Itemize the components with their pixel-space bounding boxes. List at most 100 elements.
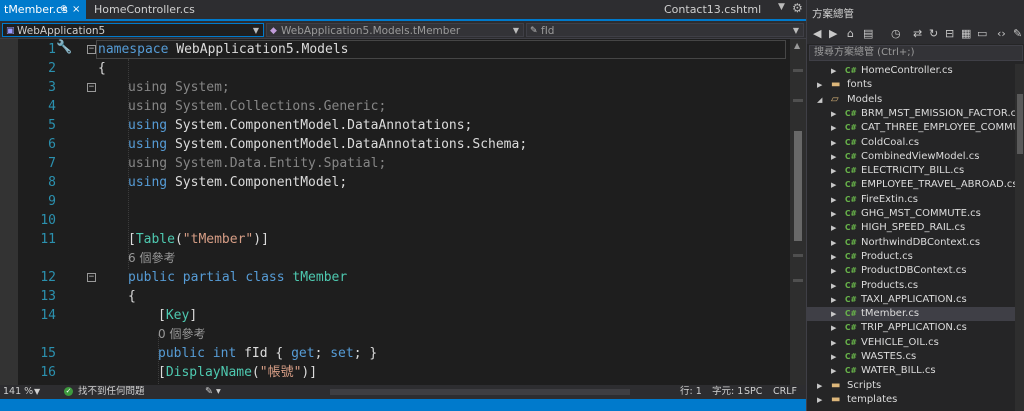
tab-tmember[interactable]: tMember.cs ⊕ × <box>0 0 86 19</box>
expand-arrow-icon[interactable]: ▶ <box>831 150 836 164</box>
forward-icon[interactable]: ▶ <box>829 27 837 40</box>
code-token: { <box>128 289 136 304</box>
tree-file[interactable]: ▶ C# Products.cs <box>807 279 1024 293</box>
csharp-file-icon: C# <box>845 137 857 147</box>
scrollbar-marker <box>793 69 803 72</box>
gear-icon[interactable]: ⚙ <box>792 1 803 15</box>
expand-arrow-icon[interactable]: ▶ <box>831 193 836 207</box>
expand-arrow-icon[interactable]: ▶ <box>831 236 836 250</box>
tab-contact13[interactable]: Contact13.cshtml <box>660 0 770 19</box>
code-text: using System.ComponentModel.DataAnnotati… <box>128 116 472 135</box>
expand-arrow-icon[interactable]: ▶ <box>831 121 836 135</box>
tree-file[interactable]: ▶ C# GHG_MST_COMMUTE.cs <box>807 207 1024 221</box>
collapse-arrow-icon[interactable]: ◢ <box>817 93 822 107</box>
expand-arrow-icon[interactable]: ▶ <box>831 264 836 278</box>
scrollbar-thumb[interactable] <box>794 131 802 241</box>
scrollbar-thumb[interactable] <box>330 389 630 395</box>
tree-folder[interactable]: ▶ ▬ templates <box>807 393 1024 407</box>
expand-arrow-icon[interactable]: ▶ <box>817 78 822 92</box>
home-icon[interactable]: ⌂ <box>847 27 854 40</box>
tree-file[interactable]: ▶ C# TRIP_APPLICATION.cs <box>807 321 1024 335</box>
member-dropdown[interactable]: ✎ fId ▼ <box>526 23 804 37</box>
horizontal-scrollbar[interactable] <box>330 385 660 399</box>
expand-arrow-icon[interactable]: ▶ <box>831 164 836 178</box>
expand-arrow-icon[interactable]: ▶ <box>831 350 836 364</box>
tree-file[interactable]: ▶ C# HIGH_SPEED_RAIL.cs <box>807 221 1024 235</box>
expand-arrow-icon[interactable]: ▶ <box>831 64 836 78</box>
tree-item-label: NorthwindDBContext.cs <box>861 236 981 248</box>
class-dropdown[interactable]: ◆ WebApplication5.Models.tMember ▼ <box>266 23 524 37</box>
tree-file[interactable]: ▶ C# CAT_THREE_EMPLOYEE_COMMUTE.cs <box>807 121 1024 135</box>
code-view-icon[interactable]: ‹› <box>997 27 1006 40</box>
back-icon[interactable]: ◀ <box>813 27 821 40</box>
codelens-row[interactable]: 0 個參考 <box>0 325 790 344</box>
codelens-row[interactable]: 6 個參考 <box>0 249 790 268</box>
properties-icon[interactable]: ▭ <box>977 27 987 40</box>
expand-arrow-icon[interactable]: ▶ <box>817 393 822 407</box>
tree-folder[interactable]: ◢ ▱ Models <box>807 93 1024 107</box>
wrench-icon[interactable]: ✎ <box>1013 27 1022 40</box>
solution-view-icon[interactable]: ▤ <box>863 27 873 40</box>
close-icon[interactable]: × <box>72 0 80 19</box>
tree-file[interactable]: ▶ C# WATER_BILL.cs <box>807 364 1024 378</box>
sync-icon[interactable]: ⇄ <box>913 27 922 40</box>
expand-arrow-icon[interactable]: ▶ <box>831 364 836 378</box>
whitespace-mode[interactable]: SPC <box>744 385 762 399</box>
code-line: 12 public partial class tMember <box>0 268 790 287</box>
expand-arrow-icon[interactable]: ▶ <box>831 250 836 264</box>
tab-dropdown-icon[interactable]: ▼ <box>778 2 785 12</box>
issues-status[interactable]: 找不到任何問題 <box>78 385 145 399</box>
fold-toggle-icon[interactable]: − <box>87 45 96 54</box>
code-line: 3 using System; <box>0 78 790 97</box>
scroll-up-icon[interactable]: ▲ <box>794 41 800 50</box>
pin-icon[interactable]: ⊕ <box>60 0 68 19</box>
show-all-files-icon[interactable]: ▦ <box>961 27 971 40</box>
collapse-all-icon[interactable]: ⊟ <box>945 27 954 40</box>
line-ending[interactable]: CRLF <box>773 385 797 399</box>
expand-arrow-icon[interactable]: ▶ <box>831 321 836 335</box>
expand-arrow-icon[interactable]: ▶ <box>831 307 836 321</box>
history-icon[interactable]: ◷ <box>891 27 901 40</box>
line-number: 7 <box>48 156 56 171</box>
chevron-down-icon[interactable]: ▼ <box>34 385 40 399</box>
tree-file[interactable]: ▶ C# FireExtin.cs <box>807 193 1024 207</box>
refresh-icon[interactable]: ↻ <box>929 27 938 40</box>
tree-file[interactable]: ▶ C# TAXI_APPLICATION.cs <box>807 293 1024 307</box>
zoom-level[interactable]: 141 % <box>3 385 33 399</box>
cursor-line: 行: 1 <box>680 386 702 397</box>
expand-arrow-icon[interactable]: ▶ <box>831 336 836 350</box>
solution-scrollbar[interactable] <box>1015 64 1024 411</box>
tree-file[interactable]: ▶ C# WASTES.cs <box>807 350 1024 364</box>
fold-toggle-icon[interactable]: − <box>87 83 96 92</box>
tree-file[interactable]: ▶ C# NorthwindDBContext.cs <box>807 236 1024 250</box>
fold-toggle-icon[interactable]: − <box>87 273 96 282</box>
tree-file[interactable]: ▶ C# VEHICLE_OIL.cs <box>807 336 1024 350</box>
tab-homecontroller[interactable]: HomeController.cs <box>90 0 200 19</box>
tree-file[interactable]: ▶ C# ProductDBContext.cs <box>807 264 1024 278</box>
tree-file[interactable]: ▶ C# ELECTRICITY_BILL.cs <box>807 164 1024 178</box>
tree-folder[interactable]: ▶ ▬ Scripts <box>807 379 1024 393</box>
tree-file[interactable]: ▶ C# Product.cs <box>807 250 1024 264</box>
vertical-scrollbar[interactable]: ▲ <box>790 39 806 385</box>
tree-file[interactable]: ▶ C# tMember.cs <box>807 307 1024 322</box>
tree-folder[interactable]: ▶ ▬ fonts <box>807 78 1024 92</box>
expand-arrow-icon[interactable]: ▶ <box>831 178 836 192</box>
tree-file[interactable]: ▶ C# BRM_MST_EMISSION_FACTOR.cs <box>807 107 1024 121</box>
tree-file[interactable]: ▶ C# CombinedViewModel.cs <box>807 150 1024 164</box>
tree-file[interactable]: ▶ C# EMPLOYEE_TRAVEL_ABROAD.cs <box>807 178 1024 192</box>
brush-icon[interactable]: ✎ ▾ <box>205 385 221 399</box>
code-editor[interactable]: 🔧 1 namespace WebApplication5.Models 2{3 us… <box>0 39 806 385</box>
tree-file[interactable]: ▶ C# HomeController.cs <box>807 64 1024 78</box>
expand-arrow-icon[interactable]: ▶ <box>831 293 836 307</box>
expand-arrow-icon[interactable]: ▶ <box>831 221 836 235</box>
project-dropdown[interactable]: ▣ WebApplication5 ▼ <box>2 23 264 37</box>
expand-arrow-icon[interactable]: ▶ <box>817 379 822 393</box>
scrollbar-thumb[interactable] <box>1017 94 1023 154</box>
expand-arrow-icon[interactable]: ▶ <box>831 136 836 150</box>
expand-arrow-icon[interactable]: ▶ <box>831 207 836 221</box>
tree-file[interactable]: ▶ C# ColdCoal.cs <box>807 136 1024 150</box>
expand-arrow-icon[interactable]: ▶ <box>831 107 836 121</box>
expand-arrow-icon[interactable]: ▶ <box>831 279 836 293</box>
keyword: public <box>128 270 175 285</box>
solution-search-input[interactable]: 搜尋方案總管 (Ctrl+;) <box>809 45 1023 61</box>
